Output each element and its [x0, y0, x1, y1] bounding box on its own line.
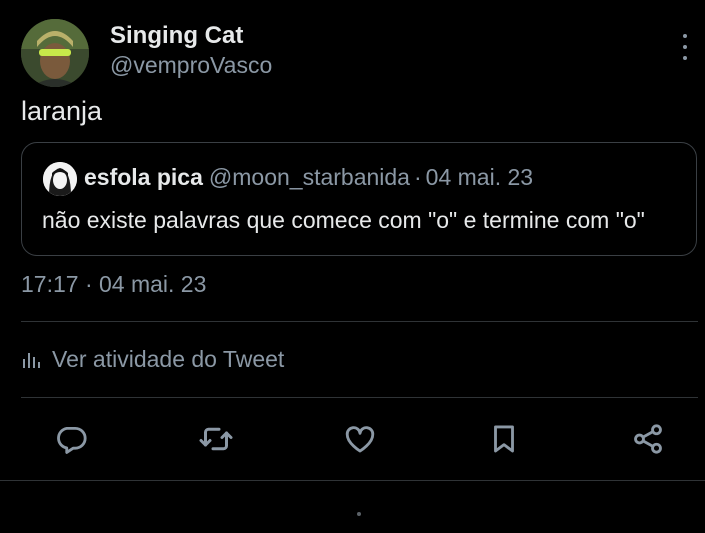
more-dot	[683, 45, 687, 49]
profile-avatar-icon	[21, 19, 89, 87]
quoted-date[interactable]: 04 mai. 23	[426, 164, 533, 190]
divider	[0, 480, 705, 481]
quoted-tweet-header: esfola pica @moon_starbanida · 04 mai. 23	[84, 164, 533, 191]
bookmark-button[interactable]	[485, 420, 523, 458]
quoted-tweet-text: não existe palavras que comece com "o" e…	[42, 207, 645, 233]
like-button[interactable]	[341, 420, 379, 458]
view-activity-link[interactable]: Ver atividade do Tweet	[22, 346, 284, 373]
author-handle[interactable]: @vemproVasco	[110, 52, 272, 79]
author-display-name[interactable]: Singing Cat	[110, 22, 243, 50]
retweet-icon	[199, 427, 233, 451]
heart-icon	[345, 426, 375, 453]
divider	[21, 397, 698, 398]
more-options-icon[interactable]	[674, 34, 696, 60]
divider	[21, 321, 698, 322]
reply-button[interactable]	[52, 420, 90, 458]
view-activity-label: Ver atividade do Tweet	[52, 346, 285, 372]
tweet-timestamp[interactable]: 17:17 · 04 mai. 23	[21, 271, 206, 298]
tweet-text: laranja	[21, 96, 103, 126]
analytics-icon	[23, 352, 40, 368]
quoted-profile-avatar-icon	[43, 162, 77, 196]
bookmark-icon	[494, 425, 514, 453]
page-indicator-dot	[357, 512, 361, 516]
reply-icon	[57, 426, 87, 454]
more-dot	[683, 34, 687, 38]
retweet-button[interactable]	[197, 420, 235, 458]
quoted-tweet-card[interactable]: esfola pica @moon_starbanida · 04 mai. 23 n…	[21, 142, 697, 256]
share-icon	[634, 424, 662, 454]
share-button[interactable]	[629, 420, 667, 458]
quoted-handle[interactable]: @moon_starbanida	[209, 164, 410, 190]
quoted-author-avatar	[43, 162, 77, 196]
quoted-display-name[interactable]: esfola pica	[84, 164, 203, 190]
more-dot	[683, 56, 687, 60]
author-avatar[interactable]	[21, 19, 89, 87]
quoted-separator: ·	[413, 164, 422, 190]
